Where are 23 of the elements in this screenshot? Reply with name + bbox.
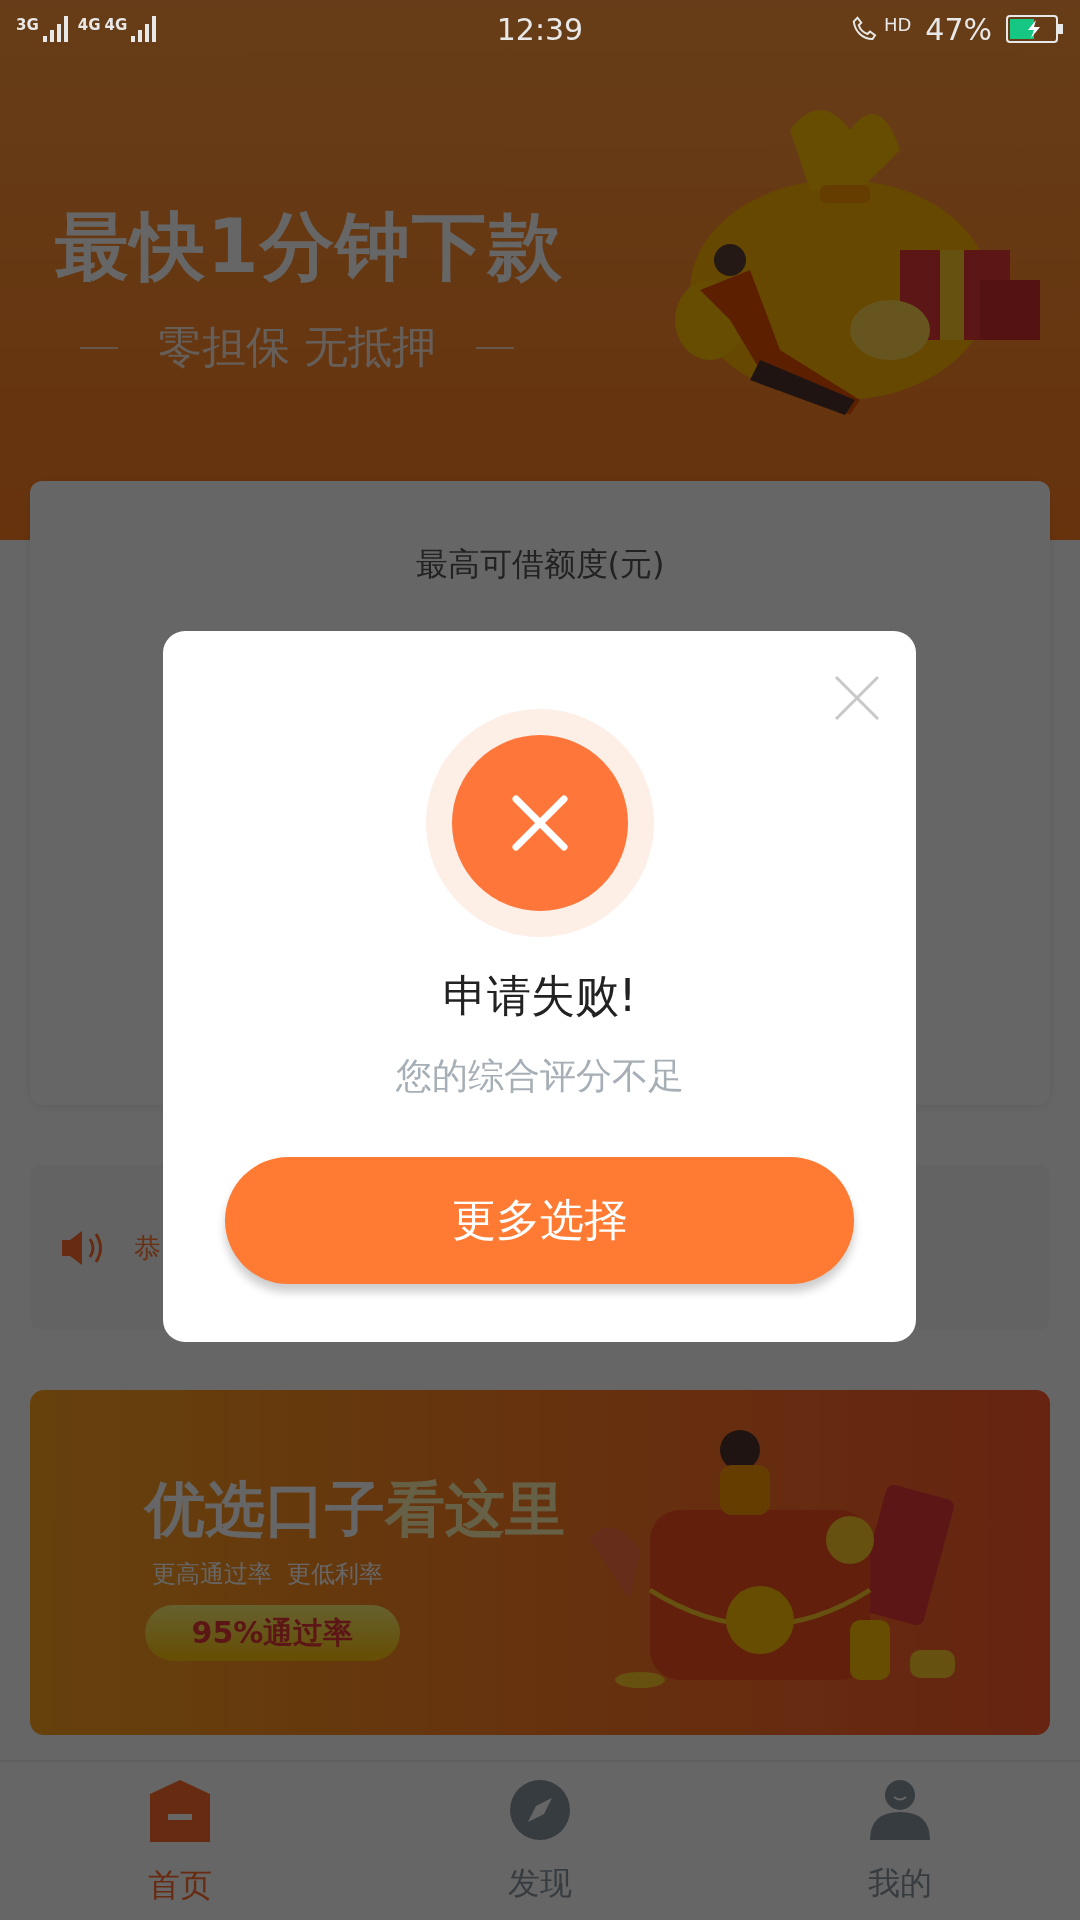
compass-icon	[510, 1780, 570, 1840]
home-icon	[150, 1780, 210, 1842]
signal-icon	[42, 16, 68, 42]
dialog-message: 您的综合评分不足	[395, 1054, 684, 1098]
network-label: 4G	[77, 16, 101, 34]
close-button[interactable]	[834, 675, 880, 721]
person-icon	[870, 1780, 930, 1840]
battery-percent: 47%	[925, 11, 992, 47]
clock: 12:39	[496, 11, 584, 47]
signal-icon	[131, 16, 157, 42]
promo-subtitle: 更高通过率 更低利率	[152, 1559, 384, 1590]
network-label: 3G	[16, 16, 39, 34]
promo-badge: 95%通过率	[145, 1605, 400, 1661]
tab[interactable]: 首页	[0, 1762, 360, 1920]
dialog-title: 申请失败!	[442, 969, 637, 1023]
network-label: 4G	[104, 16, 128, 34]
more-options-button[interactable]: 更多选择	[225, 1157, 854, 1284]
notice-text: 恭	[134, 1230, 161, 1265]
hero-subtitle: 零担保 无抵押	[158, 320, 436, 374]
hd-label: HD	[883, 14, 912, 35]
hero-title: 最快1分钟下款	[55, 202, 565, 291]
battery-icon	[1006, 15, 1064, 43]
limit-label: 最高可借额度(元)	[415, 545, 665, 583]
